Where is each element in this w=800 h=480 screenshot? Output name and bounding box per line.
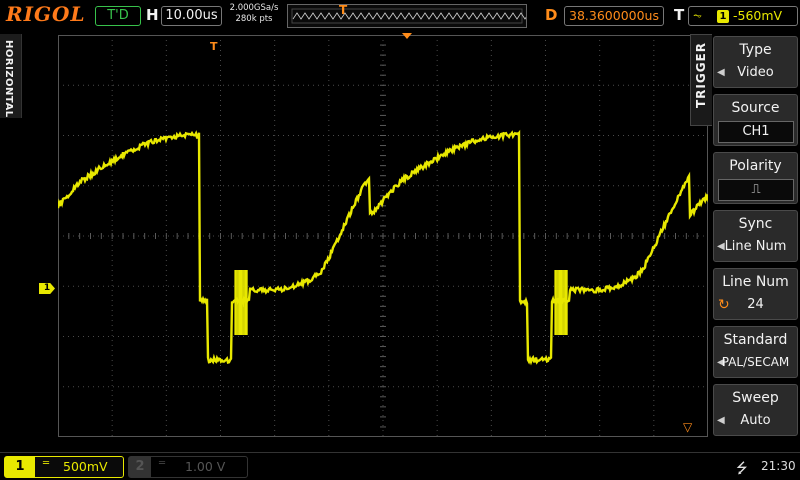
menu-source[interactable]: Source CH1 — [713, 94, 798, 146]
memory-depth: 280k pts — [226, 14, 282, 25]
bottom-status-bar: 1 ═ 500mV 2 ═ 1.00 V ⭍ 21:30 — [0, 452, 800, 480]
menu-standard[interactable]: Standard ◀ PAL/SECAM — [713, 326, 798, 378]
ch2-number: 2 — [129, 457, 151, 477]
sample-rate: 2.000GSa/s — [226, 3, 282, 14]
color-burst — [235, 270, 247, 335]
ch1-scale: 500mV — [63, 459, 108, 474]
top-status-bar: RIGOL T'D H 10.00us 2.000GSa/s 280k pts … — [0, 0, 800, 32]
menu-line-num-value: 24 — [714, 297, 797, 312]
trigger-channel-badge: 1 — [717, 10, 729, 23]
menu-source-value: CH1 — [718, 121, 794, 143]
delay-label: D — [545, 6, 557, 24]
menu-sync-value: Line Num — [714, 239, 797, 254]
memory-map — [287, 4, 527, 28]
menu-type-label: Type — [714, 42, 797, 58]
dc-coupling-icon: ═ — [159, 458, 165, 469]
trigger-position-marker: T — [210, 40, 218, 53]
menu-line-num-label: Line Num — [714, 274, 797, 290]
clock: 21:30 — [761, 459, 796, 473]
ch1-status[interactable]: 1 ═ 500mV — [4, 456, 124, 478]
run-status[interactable]: T'D — [95, 6, 141, 26]
waveform-graticule — [58, 35, 708, 437]
memory-map-wave — [288, 5, 526, 27]
menu-standard-label: Standard — [714, 332, 797, 348]
ch2-status[interactable]: 2 ═ 1.00 V — [128, 456, 248, 478]
horizontal-label: H — [146, 6, 159, 24]
ch1-number: 1 — [5, 457, 35, 477]
color-burst — [555, 270, 567, 335]
menu-polarity-label: Polarity — [714, 158, 797, 174]
menu-sync[interactable]: Sync ◀ Line Num — [713, 210, 798, 262]
menu-standard-value: PAL/SECAM — [714, 355, 797, 369]
memory-trigger-marker: T — [339, 3, 347, 17]
menu-source-label: Source — [714, 100, 797, 116]
menu-sync-label: Sync — [714, 216, 797, 232]
timebase-value[interactable]: 10.00us — [161, 6, 222, 26]
menu-sweep-value: Auto — [714, 413, 797, 428]
polarity-icon: ⎍ — [718, 179, 794, 201]
dc-coupling-icon: ═ — [43, 458, 49, 469]
horizontal-tab-label: HORIZONTAL — [3, 40, 14, 118]
screen-center-marker — [402, 33, 412, 39]
waveform-display — [58, 35, 708, 437]
trigger-status[interactable]: ⏦ 1 -560mV — [688, 6, 798, 26]
usb-icon: ⭍ — [736, 458, 748, 480]
trigger-label: T — [674, 6, 684, 24]
ch1-offset-marker[interactable]: 1 — [39, 283, 55, 294]
menu-sweep-label: Sweep — [714, 390, 797, 406]
ch2-scale: 1.00 V — [185, 459, 225, 474]
rigol-logo: RIGOL — [6, 2, 86, 26]
video-trigger-icon: ⏦ — [693, 9, 702, 23]
trigger-level: -560mV — [733, 8, 782, 23]
menu-sweep[interactable]: Sweep ◀ Auto — [713, 384, 798, 436]
trigger-tab-label: TRIGGER — [694, 42, 708, 108]
sample-info: 2.000GSa/s 280k pts — [226, 3, 282, 25]
menu-polarity[interactable]: Polarity ⎍ — [713, 152, 798, 204]
menu-type-value: Video — [714, 65, 797, 80]
menu-type[interactable]: Type ◀ Video — [713, 36, 798, 88]
menu-line-num[interactable]: Line Num ↻ 24 — [713, 268, 798, 320]
delay-value[interactable]: 38.3600000us — [564, 6, 664, 26]
trigger-level-marker[interactable]: ▽ — [683, 420, 692, 434]
